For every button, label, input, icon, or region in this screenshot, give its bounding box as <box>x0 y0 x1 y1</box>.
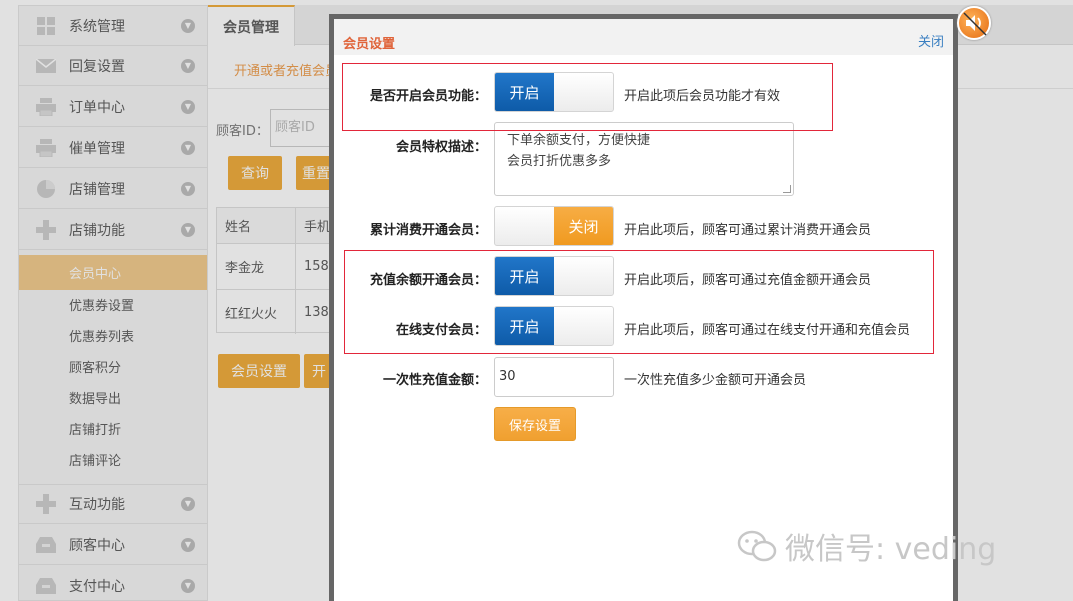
privilege-desc-label: 会员特权描述： <box>395 140 487 155</box>
modal-header: 会员设置 关闭 <box>334 19 953 55</box>
textarea-line: 下单余额支付，方便快捷 <box>507 133 651 148</box>
resize-handle-icon[interactable] <box>783 185 791 193</box>
save-settings-button[interactable]: 保存设置 <box>494 407 576 441</box>
member-settings-modal: 会员设置 关闭 是否开启会员功能： 开启 开启此项后会员功能才有效 会员特权描述… <box>329 14 958 601</box>
wechat-logo-icon <box>737 529 777 563</box>
close-button[interactable]: 关闭 <box>918 31 944 50</box>
one-time-amount-input[interactable]: 30 <box>494 357 614 397</box>
cumulative-consume-label: 累计消费开通会员： <box>369 223 487 238</box>
highlight-box <box>342 63 833 131</box>
watermark-text: 微信号: veding <box>785 532 997 567</box>
one-time-amount-hint: 一次性充值多少金额可开通会员 <box>624 373 807 388</box>
modal-title: 会员设置 <box>343 37 396 52</box>
speaker-icon[interactable] <box>957 6 991 40</box>
textarea-line: 会员打折优惠多多 <box>507 154 612 169</box>
wechat-watermark: 微信号: veding <box>737 524 996 568</box>
privilege-desc-textarea[interactable]: 下单余额支付，方便快捷 会员打折优惠多多 <box>494 122 794 196</box>
one-time-amount-label: 一次性充值金额： <box>382 373 487 388</box>
toggle-off-label: 关闭 <box>554 207 613 245</box>
cumulative-consume-toggle[interactable]: 关闭 <box>494 206 614 246</box>
cumulative-consume-hint: 开启此项后，顾客可通过累计消费开通会员 <box>624 223 872 238</box>
highlight-box <box>344 250 934 354</box>
